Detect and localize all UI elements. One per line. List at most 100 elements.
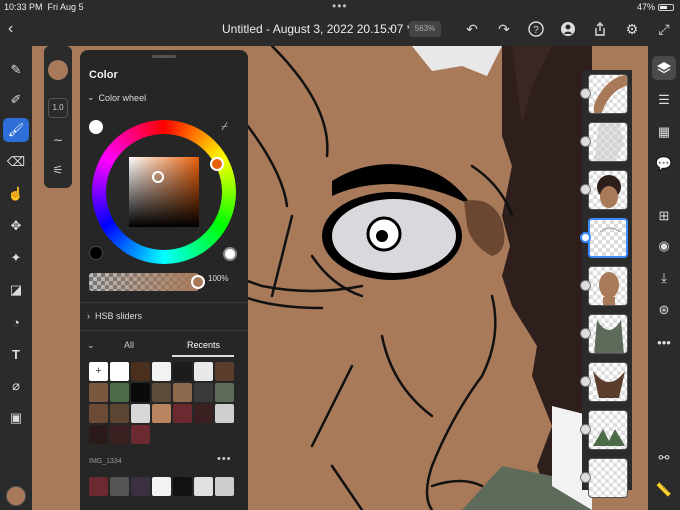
cloud-account-icon[interactable]: [558, 19, 578, 39]
color-swatch[interactable]: [215, 362, 234, 381]
comment-icon[interactable]: 💬: [652, 152, 676, 176]
brush-color-swatch[interactable]: [48, 60, 68, 80]
layers-icon[interactable]: [652, 56, 676, 80]
layer-visibility-toggle[interactable]: [580, 88, 591, 99]
redo-icon[interactable]: ↷: [494, 19, 514, 39]
layer-visibility-toggle[interactable]: [580, 280, 591, 291]
fullscreen-icon[interactable]: ⤢: [654, 19, 674, 39]
color-swatch[interactable]: [152, 383, 171, 402]
grid-icon[interactable]: ▦: [652, 120, 676, 144]
help-icon[interactable]: ?: [526, 19, 546, 39]
eraser-icon[interactable]: ⌫: [3, 150, 29, 174]
move-transform-icon[interactable]: ✥: [3, 214, 29, 238]
color-wheel[interactable]: [92, 120, 236, 264]
more-icon[interactable]: •••: [652, 330, 676, 354]
layer-thumbnail[interactable]: [588, 314, 628, 354]
tab-recents[interactable]: Recents: [187, 340, 220, 350]
visibility-eye-icon[interactable]: ◉: [652, 234, 676, 258]
color-swatch[interactable]: [110, 404, 129, 423]
saturation-value-square[interactable]: [129, 157, 199, 227]
settings-gear-icon[interactable]: ⚙: [622, 19, 642, 39]
layer-thumbnail[interactable]: [588, 410, 628, 450]
image-color-swatch[interactable]: [131, 477, 150, 496]
image-color-swatch[interactable]: [215, 477, 234, 496]
current-color-swatch[interactable]: [6, 486, 26, 506]
color-swatch[interactable]: [152, 362, 171, 381]
brush-settings-icon[interactable]: ⚟: [48, 160, 68, 180]
multitasking-dots-icon[interactable]: •••: [332, 0, 348, 13]
color-swatch[interactable]: [110, 425, 129, 444]
shape-icon[interactable]: ◔: [3, 310, 29, 334]
merge-down-icon[interactable]: ⤓: [652, 266, 676, 290]
image-color-swatch[interactable]: [152, 477, 171, 496]
fill-bucket-icon[interactable]: ◪: [3, 278, 29, 302]
title-chevron-icon[interactable]: ⌄: [386, 20, 395, 33]
color-swatch[interactable]: [89, 425, 108, 444]
color-swatch[interactable]: [131, 425, 150, 444]
zoom-level[interactable]: 563%: [409, 21, 441, 37]
undo-icon[interactable]: ↶: [462, 19, 482, 39]
color-swatch[interactable]: [194, 362, 213, 381]
color-swatch[interactable]: [194, 404, 213, 423]
color-swatch[interactable]: [152, 404, 171, 423]
layer-thumbnail[interactable]: [588, 170, 628, 210]
layer-visibility-toggle[interactable]: [580, 232, 591, 243]
hue-handle[interactable]: [210, 157, 224, 171]
color-swatch[interactable]: [173, 383, 192, 402]
color-swatch[interactable]: [215, 383, 234, 402]
black-color-dot[interactable]: [89, 246, 103, 260]
adjustments-icon[interactable]: ☰: [652, 88, 676, 112]
saturation-handle[interactable]: [152, 171, 164, 183]
tab-all[interactable]: All: [124, 340, 134, 350]
add-swatch-button[interactable]: +: [89, 362, 108, 381]
layer-visibility-toggle[interactable]: [580, 376, 591, 387]
layer-visibility-toggle[interactable]: [580, 184, 591, 195]
image-icon[interactable]: ▣: [3, 406, 29, 430]
wand-brush-icon[interactable]: ✐: [3, 88, 29, 112]
panel-drag-handle[interactable]: [152, 55, 176, 58]
opacity-handle[interactable]: [191, 275, 205, 289]
opacity-slider[interactable]: [89, 273, 199, 291]
color-swatch[interactable]: [131, 383, 150, 402]
color-swatch[interactable]: [173, 404, 192, 423]
layer-thumbnail[interactable]: [588, 458, 628, 498]
brush-stroke-icon[interactable]: ∼: [48, 130, 68, 150]
white-color-dot[interactable]: [89, 120, 103, 134]
mask-icon[interactable]: ⚯: [652, 446, 676, 470]
color-swatch[interactable]: [110, 362, 129, 381]
image-color-swatch[interactable]: [89, 477, 108, 496]
smudge-icon[interactable]: ☝: [3, 182, 29, 206]
color-swatch[interactable]: [131, 404, 150, 423]
layer-visibility-toggle[interactable]: [580, 136, 591, 147]
brush-plus-icon[interactable]: ✎: [3, 58, 29, 82]
eyedropper-icon[interactable]: ⌀: [3, 374, 29, 398]
layer-visibility-toggle[interactable]: [580, 472, 591, 483]
document-title[interactable]: Untitled - August 3, 2022 20.15.07 *: [222, 22, 411, 36]
layer-thumbnail[interactable]: [588, 266, 628, 306]
paint-brush-icon[interactable]: 🖌: [3, 118, 29, 142]
add-layer-icon[interactable]: ⊞: [652, 204, 676, 228]
back-chevron-icon[interactable]: ‹: [8, 20, 13, 38]
share-icon[interactable]: [590, 19, 610, 39]
color-swatch[interactable]: [194, 383, 213, 402]
more-icon[interactable]: •••: [217, 453, 232, 465]
color-swatch[interactable]: [110, 383, 129, 402]
ruler-icon[interactable]: 📏: [652, 478, 676, 502]
color-swatch[interactable]: [131, 362, 150, 381]
layer-thumbnail[interactable]: [588, 218, 628, 258]
color-swatch[interactable]: [215, 404, 234, 423]
hsb-sliders-toggle[interactable]: › HSB sliders: [87, 311, 142, 321]
color-swatch[interactable]: [89, 383, 108, 402]
image-color-swatch[interactable]: [173, 477, 192, 496]
layer-visibility-toggle[interactable]: [580, 328, 591, 339]
image-color-swatch[interactable]: [110, 477, 129, 496]
color-swatch[interactable]: [89, 404, 108, 423]
type-icon[interactable]: T: [3, 342, 29, 366]
color-wheel-toggle[interactable]: ⌄ Color wheel: [87, 92, 146, 103]
layer-thumbnail[interactable]: [588, 74, 628, 114]
eyedropper-icon[interactable]: ⌿: [221, 119, 228, 134]
color-swatch[interactable]: [173, 362, 192, 381]
layer-thumbnail[interactable]: [588, 122, 628, 162]
layer-visibility-toggle[interactable]: [580, 424, 591, 435]
blend-mode-icon[interactable]: ⊛: [652, 298, 676, 322]
